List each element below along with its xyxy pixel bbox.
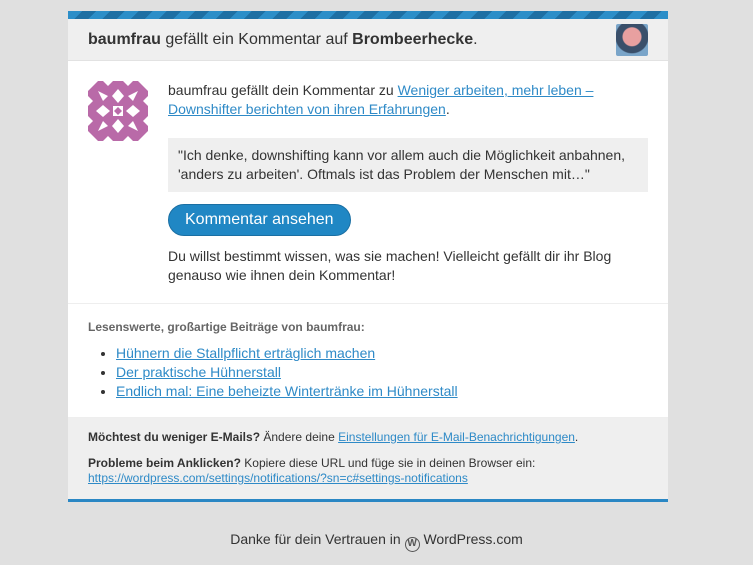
recommended-posts-section: Lesenswerte, großartige Beiträge von bau…: [68, 304, 668, 418]
site-name[interactable]: Brombeerhecke: [352, 31, 473, 48]
list-item: Hühnern die Stallpflicht erträglich mach…: [116, 344, 648, 363]
thanks-line: Danke für dein Vertrauen in W WordPress.…: [0, 531, 753, 552]
view-comment-button[interactable]: Kommentar ansehen: [168, 204, 351, 236]
click-problems-note: Probleme beim Anklicken? Kopiere diese U…: [88, 456, 536, 485]
post-link[interactable]: Hühnern die Stallpflicht erträglich mach…: [116, 345, 375, 361]
list-item: Der praktische Hühnerstall: [116, 363, 648, 382]
notification-email-card: baumfrau gefällt ein Kommentar auf Bromb…: [68, 11, 668, 502]
email-header: baumfrau gefällt ein Kommentar auf Bromb…: [68, 19, 668, 61]
email-footer: Möchtest du weniger E-Mails? Ändere dein…: [68, 418, 668, 499]
user-avatar[interactable]: [616, 24, 648, 56]
wordpress-brand[interactable]: WordPress.com: [423, 531, 522, 547]
recommended-posts-heading: Lesenswerte, großartige Beiträge von bau…: [88, 320, 365, 334]
actor-name[interactable]: baumfrau: [88, 31, 161, 48]
post-link[interactable]: Endlich mal: Eine beheizte Wintertränke …: [116, 383, 458, 399]
header-text: gefällt ein Kommentar auf: [165, 30, 348, 48]
bottom-stripe: [68, 499, 668, 502]
settings-url-link[interactable]: https://wordpress.com/settings/notificat…: [88, 471, 468, 485]
identicon-avatar[interactable]: [88, 81, 148, 141]
wordpress-logo-icon: W: [404, 537, 420, 552]
top-stripe: [68, 11, 668, 19]
recommended-posts-list: Hühnern die Stallpflicht erträglich mach…: [88, 344, 648, 401]
like-intro: baumfrau gefällt dein Kommentar zu Wenig…: [168, 82, 594, 117]
comment-quote: "Ich denke, downshifting kann vor allem …: [168, 138, 648, 192]
list-item: Endlich mal: Eine beheizte Wintertränke …: [116, 382, 648, 401]
follow-suggestion: Du willst bestimmt wissen, was sie mache…: [168, 248, 612, 283]
fewer-emails-note: Möchtest du weniger E-Mails? Ändere dein…: [88, 430, 579, 444]
comment-like-section: baumfrau gefällt dein Kommentar zu Wenig…: [68, 61, 668, 304]
post-link[interactable]: Der praktische Hühnerstall: [116, 364, 281, 380]
notification-settings-link[interactable]: Einstellungen für E-Mail-Benachrichtigun…: [338, 430, 575, 444]
